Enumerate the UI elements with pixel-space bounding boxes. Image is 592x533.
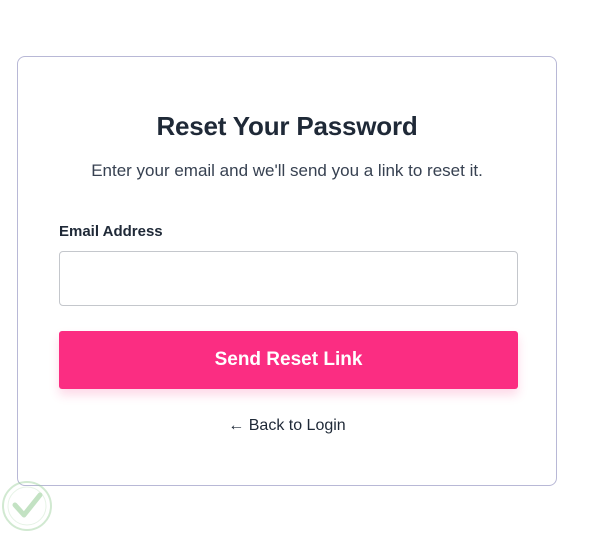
reset-password-card: Reset Your Password Enter your email and… [17, 56, 557, 486]
page-title: Reset Your Password [156, 111, 418, 141]
page-subtitle: Enter your email and we'll send you a li… [91, 161, 483, 180]
send-reset-link-button[interactable]: Send Reset Link [59, 331, 518, 389]
email-label: Email Address [59, 223, 163, 240]
email-input[interactable] [59, 251, 518, 306]
watermark-logo-icon [2, 481, 52, 531]
back-to-login-link[interactable]: ← Back to Login [18, 417, 556, 435]
